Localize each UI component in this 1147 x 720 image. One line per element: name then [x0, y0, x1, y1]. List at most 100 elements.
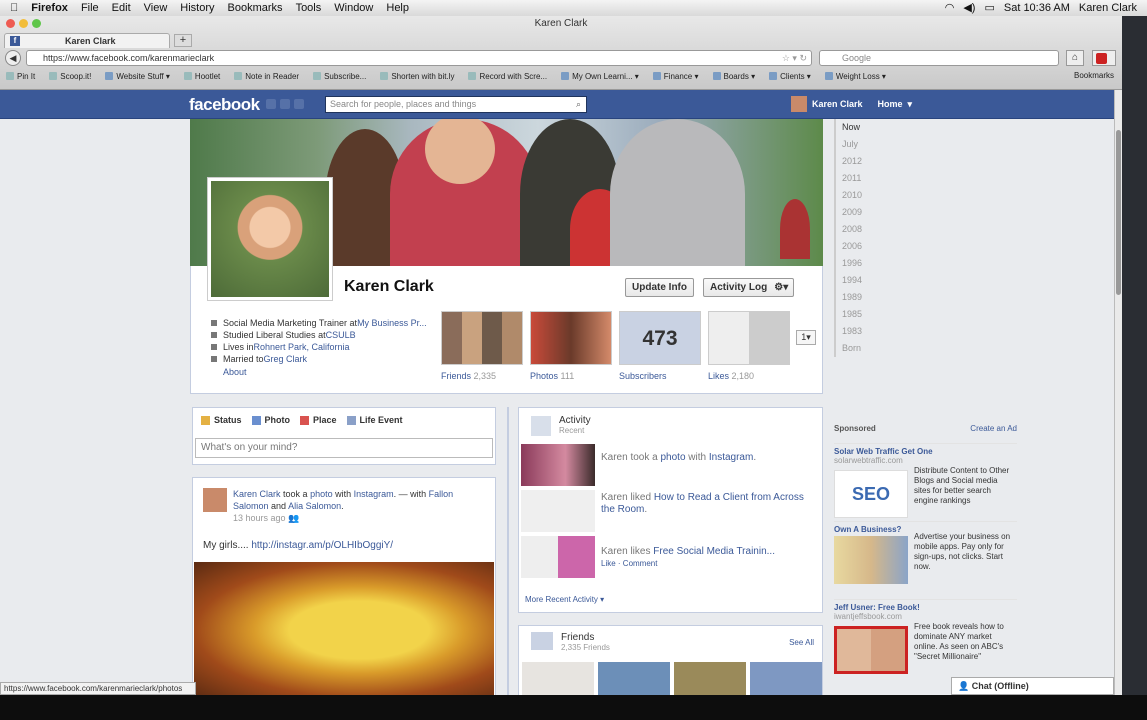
bookmark-item[interactable]: Scoop.it!: [49, 72, 91, 81]
notifications-icon[interactable]: [294, 99, 304, 109]
menu-tools[interactable]: Tools: [296, 2, 322, 14]
friend-requests-icon[interactable]: [266, 99, 276, 109]
bookmark-folder[interactable]: Website Stuff ▾: [105, 72, 170, 81]
year-item[interactable]: July: [842, 136, 874, 153]
bookmark-item[interactable]: Subscribe...: [313, 72, 366, 81]
profile-name[interactable]: Karen Clark: [344, 278, 434, 296]
year-item[interactable]: 2008: [842, 221, 874, 238]
bookmark-item[interactable]: Hootlet: [183, 72, 220, 81]
friends-box[interactable]: [441, 311, 523, 365]
year-item[interactable]: 1996: [842, 255, 874, 272]
audience-icon[interactable]: 👥: [288, 513, 299, 523]
friend-thumbnail[interactable]: [598, 662, 670, 695]
menu-help[interactable]: Help: [386, 2, 409, 14]
bookmark-folder[interactable]: My Own Learni... ▾: [561, 72, 639, 81]
status-input[interactable]: What's on your mind?: [195, 438, 493, 458]
menu-file[interactable]: File: [81, 2, 99, 14]
activity-log-button[interactable]: Activity Log ⚙▾: [703, 278, 795, 297]
profile-picture[interactable]: [207, 177, 333, 301]
menubar-user[interactable]: Karen Clark: [1079, 2, 1137, 14]
bookmark-folder[interactable]: Finance ▾: [652, 72, 699, 81]
home-button[interactable]: ⌂: [1066, 50, 1084, 66]
home-link[interactable]: Home: [878, 99, 903, 109]
bookmark-item[interactable]: Pin It: [6, 72, 35, 81]
create-ad-link[interactable]: Create an Ad: [970, 424, 1017, 433]
year-item[interactable]: 1985: [842, 306, 874, 323]
subscribers-label[interactable]: Subscribers: [619, 371, 667, 381]
search-icon[interactable]: ⌕: [576, 97, 581, 112]
post-url-link[interactable]: http://instagr.am/p/OLHIbOggiY/: [251, 540, 393, 551]
menu-history[interactable]: History: [180, 2, 214, 14]
see-all-friends-link[interactable]: See All: [789, 638, 814, 647]
year-item[interactable]: 1989: [842, 289, 874, 306]
new-tab-button[interactable]: +: [174, 34, 192, 47]
year-item[interactable]: 2012: [842, 153, 874, 170]
photos-label[interactable]: Photos 111: [530, 371, 574, 381]
year-item[interactable]: 2011: [842, 170, 874, 187]
bookmark-item[interactable]: Note in Reader: [234, 72, 299, 81]
apple-menu-icon[interactable]: : [10, 2, 18, 14]
menu-window[interactable]: Window: [334, 2, 373, 14]
likes-label[interactable]: Likes 2,180: [708, 371, 754, 381]
menubar-clock[interactable]: Sat 10:36 AM: [1004, 2, 1070, 14]
ad-item[interactable]: Solar Web Traffic Get One solarwebtraffi…: [834, 443, 1017, 521]
gear-icon[interactable]: ⚙▾: [774, 279, 788, 296]
post-app-link[interactable]: Instagram: [354, 489, 394, 499]
update-info-button[interactable]: Update Info: [625, 278, 694, 297]
friend-thumbnail[interactable]: [522, 662, 594, 695]
tab-photo[interactable]: Photo: [251, 415, 290, 425]
subscribers-box[interactable]: 473: [619, 311, 701, 365]
addon-button[interactable]: [1092, 50, 1116, 66]
spouse-link[interactable]: Greg Clark: [264, 353, 308, 365]
likes-box[interactable]: [708, 311, 790, 365]
post-author-link[interactable]: Karen Clark: [233, 489, 281, 499]
menu-bookmarks[interactable]: Bookmarks: [228, 2, 283, 14]
city-link[interactable]: Rohnert Park, California: [254, 341, 350, 353]
wifi-icon[interactable]: ◠: [945, 1, 955, 14]
year-item[interactable]: 2010: [842, 187, 874, 204]
facebook-search-input[interactable]: Search for people, places and things ⌕: [325, 96, 587, 113]
year-item[interactable]: 1983: [842, 323, 874, 340]
chat-sidebar-button[interactable]: 👤 Chat (Offline): [951, 677, 1114, 695]
year-item[interactable]: 2009: [842, 204, 874, 221]
activity-heading[interactable]: Activity Recent: [559, 415, 591, 435]
more-sections-dropdown[interactable]: 1▾: [796, 330, 816, 345]
school-link[interactable]: CSULB: [326, 329, 356, 341]
battery-icon[interactable]: ▭: [984, 1, 994, 14]
friend-thumbnail[interactable]: [674, 662, 746, 695]
zoom-window-icon[interactable]: [32, 19, 41, 28]
page-scrollbar[interactable]: [1114, 90, 1122, 695]
menu-view[interactable]: View: [144, 2, 168, 14]
messages-icon[interactable]: [280, 99, 290, 109]
year-item[interactable]: 2006: [842, 238, 874, 255]
bookmarks-menu-button[interactable]: Bookmarks: [1074, 71, 1114, 80]
work-link[interactable]: My Business Pr...: [357, 317, 427, 329]
friends-heading[interactable]: Friends 2,335 Friends: [561, 632, 610, 652]
bookmark-item[interactable]: Record with Scre...: [468, 72, 547, 81]
tab-place[interactable]: Place: [300, 415, 337, 425]
url-bar[interactable]: https://www.facebook.com/karenmarieclark…: [26, 50, 812, 66]
close-window-icon[interactable]: [6, 19, 15, 28]
reload-icon[interactable]: ☆ ▾ ↻: [782, 51, 807, 65]
back-button[interactable]: ◀: [5, 50, 21, 66]
friend-thumbnail[interactable]: [750, 662, 822, 695]
facebook-logo[interactable]: facebook: [189, 95, 260, 115]
bookmark-item[interactable]: Shorten with bit.ly: [380, 72, 454, 81]
account-menu-icon[interactable]: ▾: [908, 99, 913, 110]
year-item[interactable]: Born: [842, 340, 874, 357]
volume-icon[interactable]: ◀): [963, 1, 975, 14]
post-tag-link[interactable]: Alia Salomon: [288, 501, 341, 511]
header-user-name[interactable]: Karen Clark: [812, 99, 863, 109]
about-link[interactable]: About: [223, 367, 247, 377]
friends-label[interactable]: Friends 2,335: [441, 371, 496, 381]
tab-life-event[interactable]: Life Event: [346, 415, 403, 425]
bookmark-folder[interactable]: Weight Loss ▾: [824, 72, 886, 81]
year-item[interactable]: Now: [842, 119, 874, 136]
ad-item[interactable]: Jeff Usner: Free Book! iwantjeffsbook.co…: [834, 599, 1017, 677]
menu-edit[interactable]: Edit: [112, 2, 131, 14]
post-photo-link[interactable]: photo: [310, 489, 333, 499]
post-photo[interactable]: [194, 562, 494, 695]
browser-tab[interactable]: f Karen Clark: [4, 33, 170, 48]
tab-status[interactable]: Status: [201, 415, 242, 425]
ad-item[interactable]: Own A Business? Advertise your business …: [834, 521, 1017, 599]
